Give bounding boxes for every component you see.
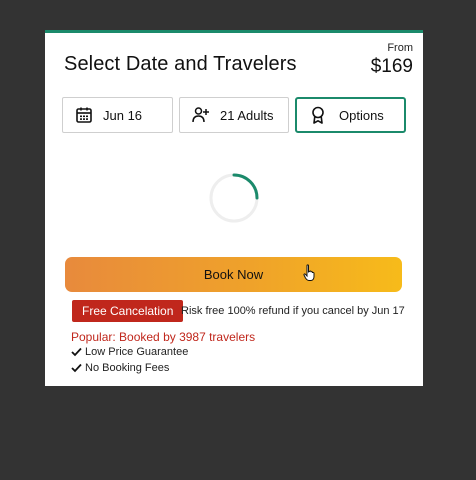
feature-label: Low Price Guarantee bbox=[85, 346, 189, 358]
feature-label: No Booking Fees bbox=[85, 362, 170, 374]
award-icon bbox=[309, 106, 327, 124]
book-now-button[interactable]: Book Now bbox=[65, 257, 402, 292]
calendar-icon bbox=[75, 106, 93, 124]
refund-text: Risk free 100% refund if you cancel by J… bbox=[181, 305, 405, 317]
options-selector[interactable]: Options bbox=[295, 97, 406, 133]
from-label: From bbox=[387, 42, 413, 54]
travelers-selector[interactable]: 21 Adults bbox=[179, 97, 289, 133]
booking-card: Select Date and Travelers From $169 Jun … bbox=[45, 30, 423, 386]
check-icon bbox=[71, 347, 82, 357]
date-label: Jun 16 bbox=[103, 107, 143, 123]
popularity-text: Popular: Booked by 3987 travelers bbox=[71, 330, 256, 344]
hand-pointer-icon bbox=[303, 264, 317, 282]
check-icon bbox=[71, 363, 82, 373]
feature-item: Low Price Guarantee bbox=[71, 346, 188, 358]
feature-item: No Booking Fees bbox=[71, 362, 169, 374]
loading-spinner bbox=[209, 173, 259, 223]
price: $169 bbox=[370, 56, 413, 77]
options-label: Options bbox=[339, 107, 384, 123]
free-cancelation-badge: Free Cancelation bbox=[72, 300, 184, 322]
add-user-icon bbox=[192, 106, 210, 124]
page-title: Select Date and Travelers bbox=[64, 53, 297, 75]
date-selector[interactable]: Jun 16 bbox=[62, 97, 173, 133]
travelers-label: 21 Adults bbox=[220, 107, 274, 123]
